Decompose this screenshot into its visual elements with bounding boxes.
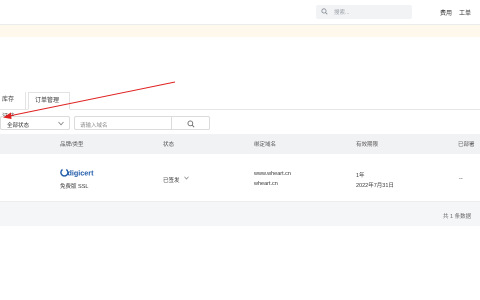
status-filter-select[interactable]: 全部状态 [0, 116, 70, 130]
column-bound-domain: 绑定域名 [254, 142, 277, 148]
tab-order-management[interactable]: 订单管理 [28, 92, 70, 110]
status-filter-value: 全部状态 [7, 122, 30, 129]
notice-banner [0, 25, 480, 37]
column-brand-type: 品牌/类型 [60, 142, 84, 148]
domain-search-input[interactable]: 请输入域名 [74, 116, 172, 130]
top-bar: 搜索... 费用 工单 [0, 0, 480, 25]
total-count: 共 1 条数据 [443, 214, 472, 220]
domain-search-button[interactable] [172, 116, 210, 130]
ticket-link[interactable]: 工单 [459, 8, 471, 17]
digicert-logo: digicert [60, 169, 95, 178]
chevron-down-icon[interactable] [184, 176, 189, 180]
column-status: 状态 [163, 142, 175, 148]
cert-type: 免费版 SSL [60, 184, 89, 190]
deployed-value: -- [459, 176, 463, 182]
column-validity: 有效期限 [356, 142, 379, 148]
table-footer: 共 1 条数据 [0, 202, 480, 226]
expiry-date: 2022年7月31日 [356, 183, 394, 189]
domain-primary: www.wheart.cn [254, 171, 291, 177]
chevron-down-icon [58, 121, 64, 126]
global-search-placeholder: 搜索... [334, 10, 350, 16]
search-icon [187, 120, 195, 128]
tab-bar: 库存证书 订单管理 [0, 92, 480, 120]
domain-search-placeholder: 请输入域名 [80, 122, 108, 129]
table-row[interactable]: digicert 免费版 SSL 已签发 www.wheart.cn whear… [0, 154, 480, 202]
validity-period: 1年 [356, 173, 365, 179]
search-icon [321, 8, 328, 15]
table-header: 品牌/类型 状态 绑定域名 有效期限 已部署 [0, 134, 480, 154]
tab-inventory-certificates[interactable]: 库存证书 [0, 92, 26, 120]
column-deployed: 已部署 [458, 142, 475, 148]
domain-secondary: wheart.cn [254, 181, 278, 187]
svg-text:digicert: digicert [68, 169, 95, 178]
billing-link[interactable]: 费用 [440, 8, 452, 17]
global-search[interactable]: 搜索... [316, 5, 412, 19]
status-value: 已签发 [163, 178, 180, 184]
